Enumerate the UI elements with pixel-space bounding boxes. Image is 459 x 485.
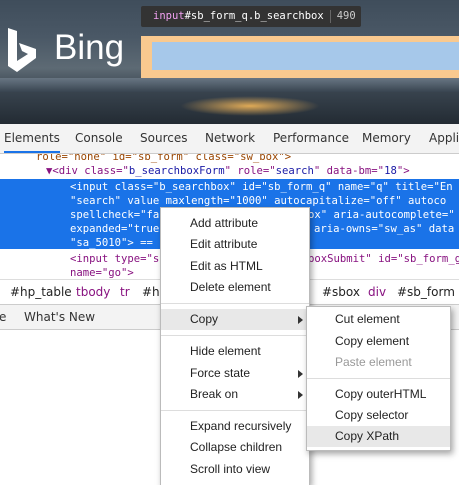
context-menu: Add attribute Edit attribute Edit as HTM… — [160, 207, 310, 485]
menu-item-cut-element[interactable]: Cut element — [307, 309, 450, 330]
menu-item-break-on[interactable]: Break on — [161, 384, 309, 405]
menu-separator — [161, 335, 309, 336]
submenu-arrow-icon — [298, 316, 303, 324]
tab-elements[interactable]: Elements — [4, 124, 60, 153]
menu-item-copy[interactable]: Copy — [161, 309, 309, 330]
menu-separator — [161, 303, 309, 304]
menu-item-copy-outerhtml[interactable]: Copy outerHTML — [307, 384, 450, 405]
menu-item-delete-element[interactable]: Delete element — [161, 277, 309, 298]
menu-item-copy-selector[interactable]: Copy selector — [307, 405, 450, 426]
element-highlight-content — [152, 42, 459, 70]
tab-network[interactable]: Network — [205, 124, 255, 153]
bing-wordmark: Bing — [54, 28, 125, 67]
tooltip-size: 490 × 30 — [336, 10, 361, 22]
bing-logo-icon — [8, 28, 36, 72]
devtools-tabbar: Elements Console Sources Network Perform… — [0, 124, 459, 154]
menu-item-paste-element: Paste element — [335, 355, 412, 369]
dom-line[interactable]: name="go"> — [70, 266, 134, 278]
selected-node-line[interactable]: <input class="b_searchbox" id="sb_form_q… — [70, 180, 453, 194]
dom-line[interactable]: boxSubmit" id="sb_form_g — [308, 252, 459, 266]
breadcrumb-item[interactable]: #hp_table — [10, 280, 72, 304]
breadcrumb-item[interactable]: div — [368, 280, 386, 304]
breadcrumb-item[interactable]: #h — [142, 280, 160, 304]
menu-item-copy-element[interactable]: Copy element — [307, 331, 450, 352]
menu-item-hide-element[interactable]: Hide element — [161, 341, 309, 362]
menu-item-edit-attribute[interactable]: Edit attribute — [161, 234, 309, 255]
selected-node-line[interactable]: expanded="true — [70, 222, 159, 236]
breadcrumb-item[interactable]: #sbox — [322, 280, 360, 304]
menu-item-copy-xpath[interactable]: Copy XPath — [307, 426, 450, 447]
selected-node-line[interactable]: "sa_5010"> == — [70, 236, 159, 250]
inspect-tooltip: input#sb_form_q.b_searchbox 490 × 30 — [141, 6, 361, 27]
submenu-arrow-icon — [298, 370, 303, 378]
menu-separator — [161, 410, 309, 411]
menu-item-force-state[interactable]: Force state — [161, 363, 309, 384]
selected-node-line[interactable]: ox" aria-autocomplete=" — [308, 208, 455, 222]
tab-memory[interactable]: Memory — [362, 124, 411, 153]
tab-console[interactable]: Console — [75, 124, 123, 153]
dom-line[interactable]: ▼<div class="b_searchboxForm" role="sear… — [46, 164, 410, 178]
menu-item-scroll-into-view[interactable]: Scroll into view — [161, 459, 309, 480]
breadcrumb-item[interactable]: tbody — [76, 280, 110, 304]
selected-node-line[interactable]: "search" value maxlength="1000" autocapi… — [70, 194, 446, 208]
breadcrumb-item[interactable]: #sb_form — [397, 280, 455, 304]
dom-line[interactable]: <input type="s — [70, 252, 159, 266]
breadcrumb-item[interactable]: tr — [120, 280, 130, 304]
tab-performance[interactable]: Performance — [273, 124, 349, 153]
selected-node-line[interactable]: spellcheck="fa — [70, 208, 159, 222]
drawer-tab-console[interactable]: e — [0, 305, 6, 329]
menu-separator — [307, 378, 450, 379]
tab-sources[interactable]: Sources — [140, 124, 187, 153]
tooltip-tag: input — [153, 10, 185, 22]
submenu-arrow-icon — [298, 391, 303, 399]
bing-logo[interactable]: Bing — [6, 26, 126, 78]
menu-item-expand-recursively[interactable]: Expand recursively — [161, 416, 309, 437]
page-preview: Bing input#sb_form_q.b_searchbox 490 × 30 — [0, 0, 459, 124]
selected-node-line[interactable]: aria-owns="sw_as" data — [314, 222, 454, 236]
dom-line[interactable]: role="none" id="sb_form" class="sw_box"> — [36, 154, 291, 164]
drawer-tab-whats-new[interactable]: What's New — [24, 305, 95, 329]
menu-item-add-attribute[interactable]: Add attribute — [161, 213, 309, 234]
tab-application[interactable]: Appli — [429, 124, 459, 153]
copy-submenu: Cut element Copy element Paste element C… — [306, 306, 451, 451]
menu-item-collapse-children[interactable]: Collapse children — [161, 437, 309, 458]
tooltip-selector: #sb_form_q.b_searchbox — [184, 10, 324, 22]
menu-item-edit-as-html[interactable]: Edit as HTML — [161, 256, 309, 277]
